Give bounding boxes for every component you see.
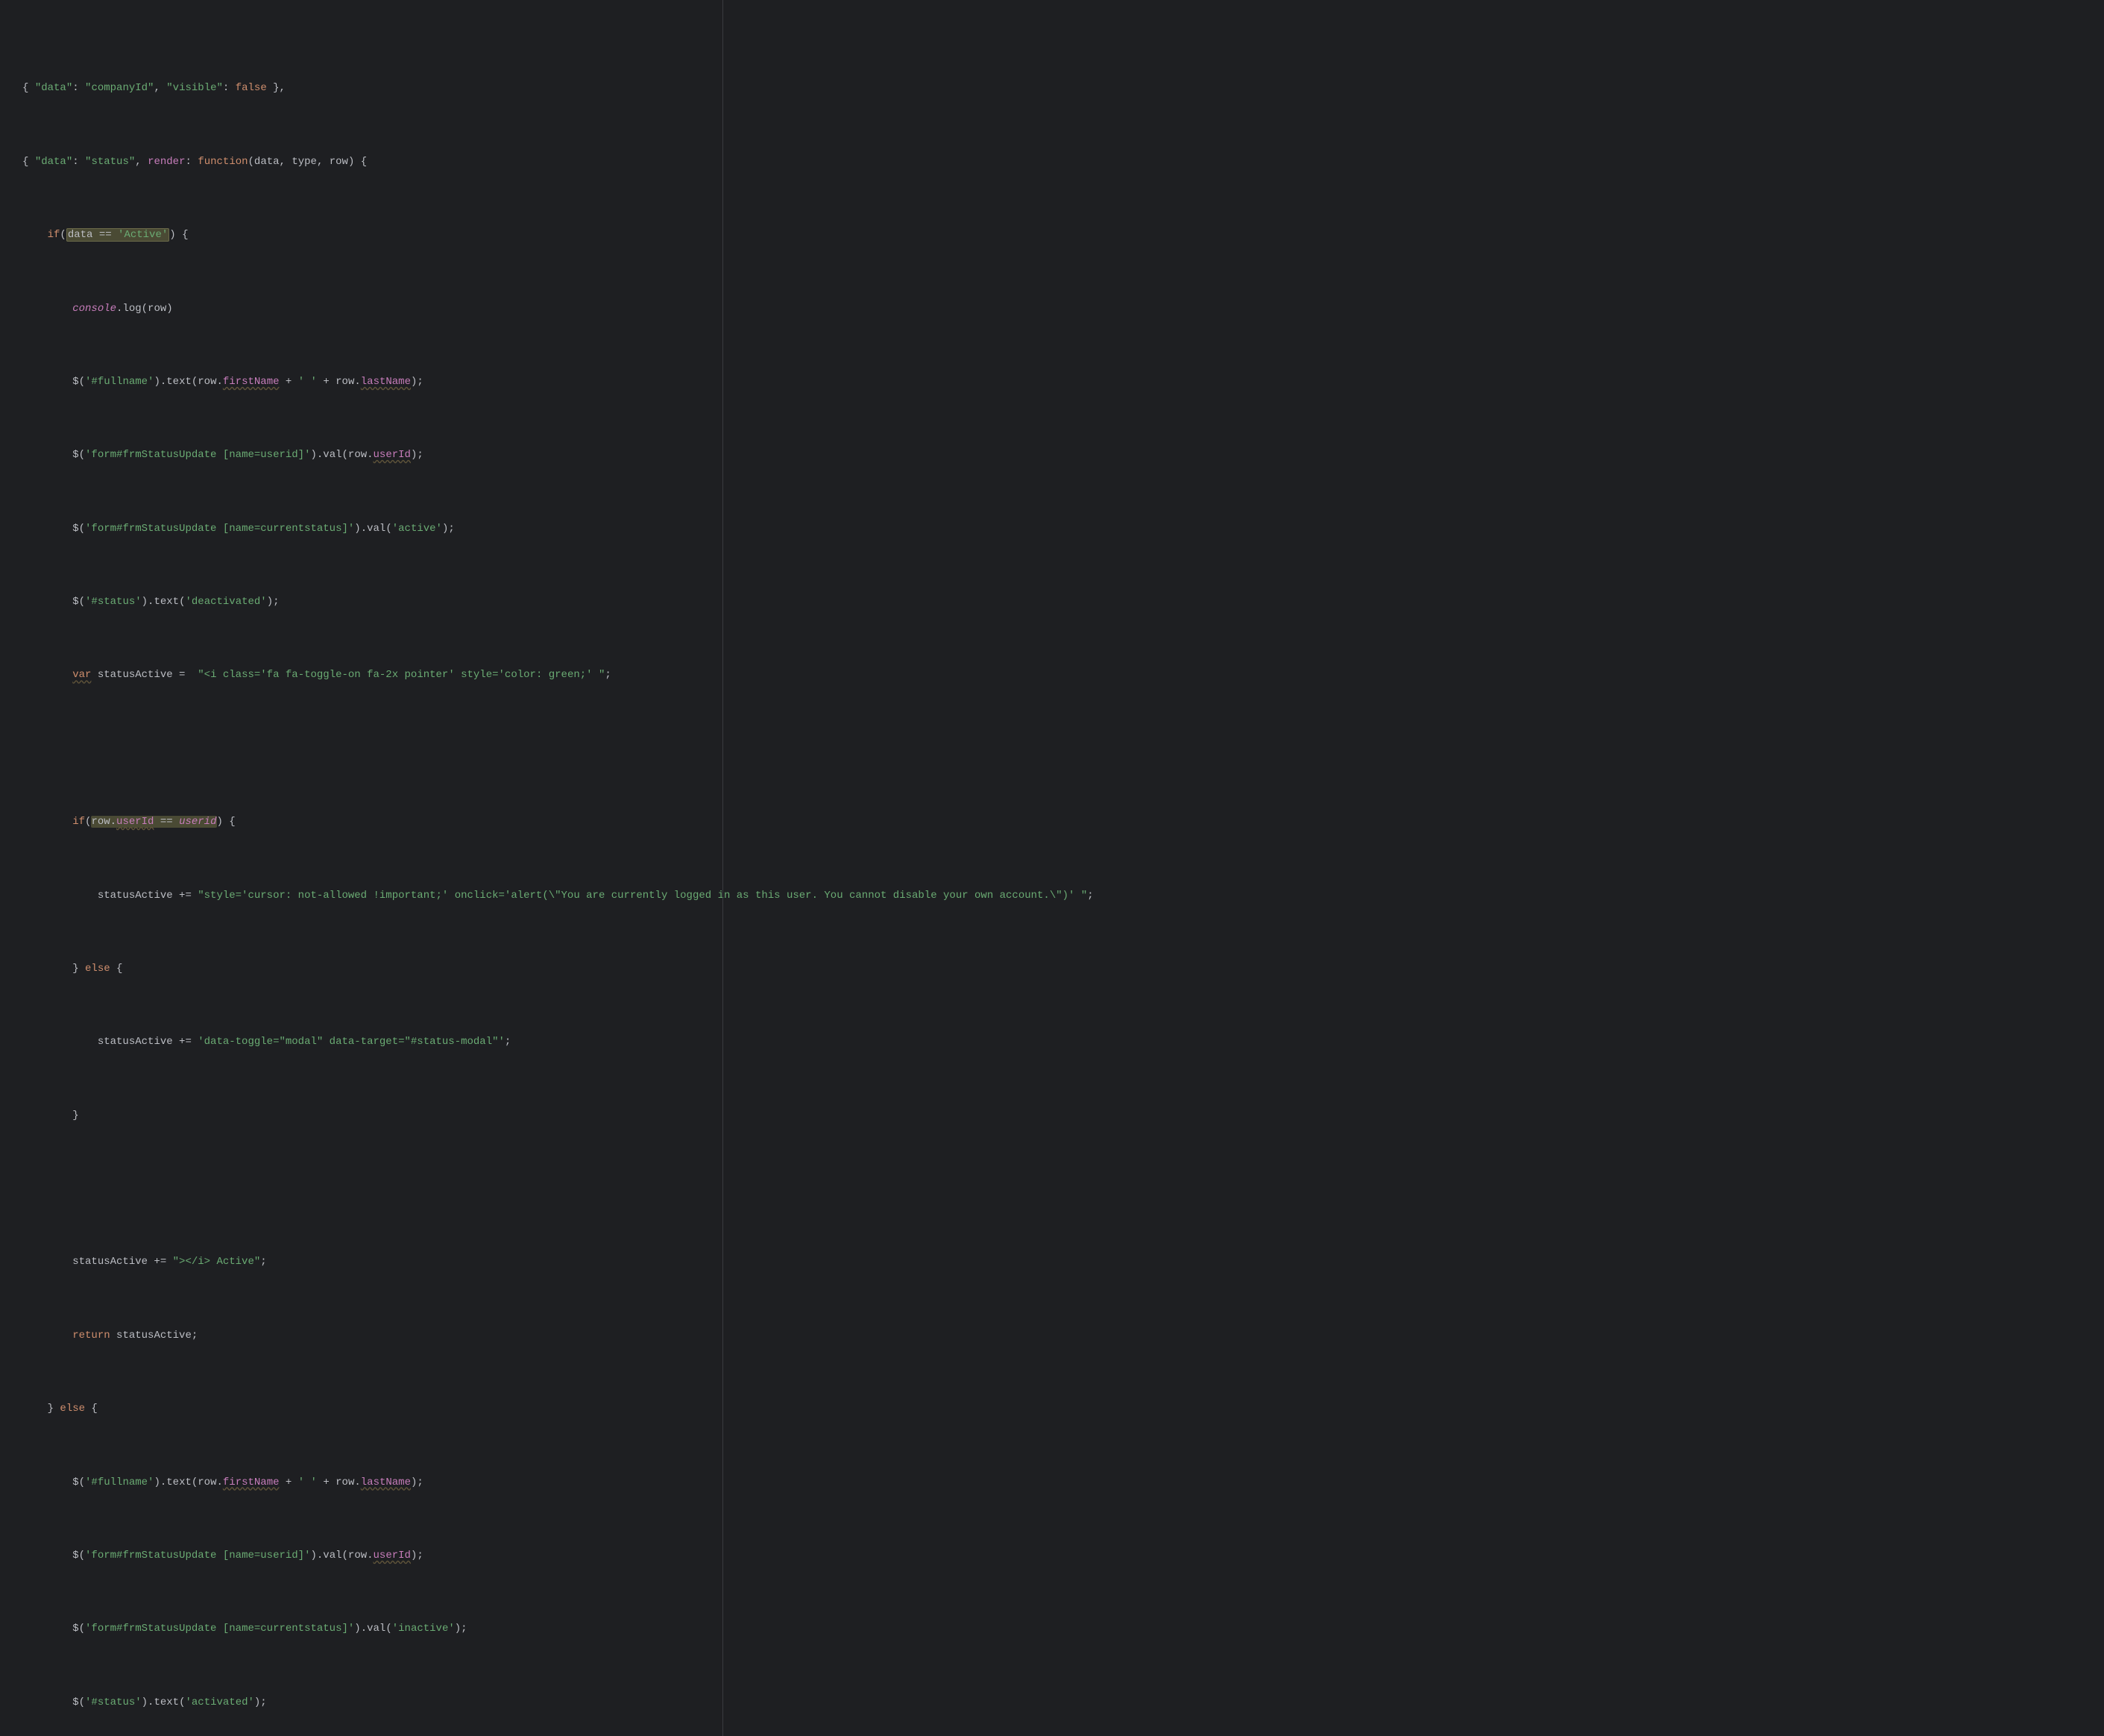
- code-editor[interactable]: { "data": "companyId", "visible": false …: [0, 0, 2104, 1736]
- code-line: $('#status').text('activated');: [22, 1693, 2104, 1712]
- code-line: { "data": "status", render: function(dat…: [22, 153, 2104, 172]
- code-line: return statusActive;: [22, 1327, 2104, 1345]
- code-line: var statusActive = "<i class='fa fa-togg…: [22, 666, 2104, 685]
- code-line: [22, 1180, 2104, 1198]
- code-line: [22, 740, 2104, 758]
- code-line: $('form#frmStatusUpdate [name=userid]').…: [22, 1547, 2104, 1565]
- code-line: $('form#frmStatusUpdate [name=currentsta…: [22, 520, 2104, 538]
- code-line: console.log(row): [22, 300, 2104, 318]
- code-line: $('#fullname').text(row.firstName + ' ' …: [22, 1474, 2104, 1492]
- code-line: }: [22, 1107, 2104, 1125]
- code-line: $('form#frmStatusUpdate [name=currentsta…: [22, 1620, 2104, 1638]
- code-line: $('#status').text('deactivated');: [22, 593, 2104, 611]
- code-line: statusActive += "></i> Active";: [22, 1253, 2104, 1271]
- code-line: if(row.userId == userid) {: [22, 813, 2104, 831]
- code-line: $('#fullname').text(row.firstName + ' ' …: [22, 373, 2104, 391]
- code-line: statusActive += "style='cursor: not-allo…: [22, 887, 2104, 905]
- code-line: $('form#frmStatusUpdate [name=userid]').…: [22, 446, 2104, 465]
- code-line: } else {: [22, 1400, 2104, 1418]
- code-line: statusActive += 'data-toggle="modal" dat…: [22, 1033, 2104, 1051]
- code-line: } else {: [22, 960, 2104, 978]
- code-line: { "data": "companyId", "visible": false …: [22, 79, 2104, 98]
- right-margin-guide: [722, 0, 723, 1736]
- code-line: if(data == 'Active') {: [22, 226, 2104, 245]
